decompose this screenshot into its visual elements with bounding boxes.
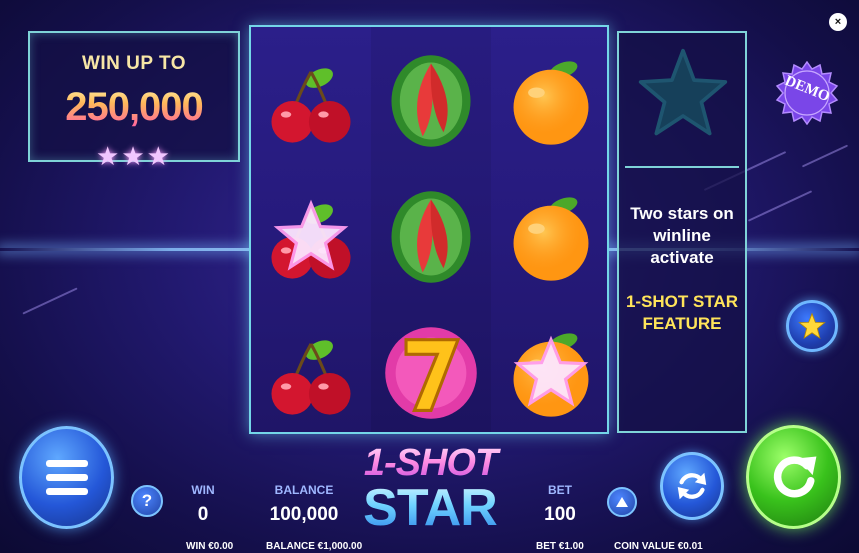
- feature-name-line-1: 1-SHOT STAR: [625, 292, 739, 311]
- seven-icon: [385, 327, 477, 419]
- reel-1-row-3-symbol: [251, 305, 371, 441]
- watermelon-icon: [391, 55, 471, 147]
- bet-value: 100: [544, 504, 576, 525]
- feature-info-panel: Two stars on winline activate 1-SHOT STA…: [617, 31, 747, 433]
- win-label: WIN: [191, 483, 215, 497]
- footer-balance: BALANCE €1,000.00: [266, 541, 363, 552]
- hamburger-icon-bar: [45, 460, 88, 467]
- hamburger-icon-bar: [45, 474, 88, 481]
- feature-name-line-2: FEATURE: [642, 314, 722, 333]
- triangle-up-icon: [616, 497, 628, 507]
- help-button[interactable]: ?: [131, 485, 163, 517]
- footer-coin-value: COIN VALUE €0.01: [614, 541, 703, 552]
- light-streak: [747, 190, 813, 222]
- spin-button[interactable]: [746, 425, 841, 529]
- feature-star-button[interactable]: [786, 300, 838, 352]
- star-icon: [798, 312, 826, 340]
- balance-label: BALANCE: [274, 483, 334, 497]
- max-win-panel: WIN UP TO 250,000 ★★★: [28, 31, 240, 171]
- light-streak: [22, 287, 78, 315]
- panel-divider: [625, 166, 739, 168]
- feature-line-2: winline: [653, 226, 711, 245]
- reel-3-row-2-symbol: [491, 169, 611, 305]
- reel-1: [251, 27, 371, 432]
- hamburger-icon-bar: [45, 488, 88, 495]
- reel-2-row-1-symbol: [371, 33, 491, 169]
- bet-label: BET: [548, 483, 572, 497]
- feature-line-3: activate: [650, 248, 714, 267]
- feature-description: Two stars on winline activate: [619, 203, 745, 269]
- reel-1-row-1-symbol: [251, 33, 371, 169]
- reel-grid: [249, 25, 609, 434]
- autoplay-button[interactable]: [660, 452, 724, 520]
- close-button[interactable]: ×: [829, 13, 847, 31]
- footer-bet: BET €1.00: [536, 541, 584, 552]
- orange-icon: [513, 197, 589, 281]
- balance-stat: BALANCE 100,000: [268, 483, 340, 526]
- cherry-icon: [271, 199, 351, 279]
- light-streak: [801, 144, 849, 168]
- orange-icon: [513, 61, 589, 145]
- win-stat: WIN 0: [183, 483, 223, 526]
- feature-line-1: Two stars on: [630, 204, 734, 223]
- balance-value: 100,000: [269, 504, 339, 525]
- bet-increase-button[interactable]: [607, 487, 637, 517]
- max-win-title: WIN UP TO: [81, 53, 187, 74]
- reel-3: [491, 27, 611, 432]
- reel-3-row-3-symbol: [491, 305, 611, 441]
- game-logo-line-2: STAR: [356, 478, 504, 538]
- footer-win: WIN €0.00: [186, 541, 234, 552]
- reel-2-row-3-symbol: [371, 305, 491, 441]
- watermelon-icon: [391, 191, 471, 283]
- max-win-amount: 250,000: [30, 85, 238, 130]
- cherry-icon: [271, 340, 351, 415]
- reel-2-row-2-symbol: [371, 169, 491, 305]
- star-icon: [638, 48, 728, 136]
- max-win-stars: ★★★: [96, 141, 172, 171]
- reel-3-row-1-symbol: [491, 33, 611, 169]
- orange-icon: [513, 333, 589, 417]
- cherry-icon: [271, 68, 351, 143]
- win-value: 0: [197, 504, 209, 525]
- menu-button[interactable]: [19, 426, 114, 529]
- reel-1-row-2-symbol: [251, 169, 371, 305]
- bet-stat: BET 100: [540, 483, 580, 526]
- spin-arrow-icon: [773, 456, 816, 498]
- feature-name: 1-SHOT STAR FEATURE: [619, 291, 745, 335]
- reel-2: [371, 27, 491, 432]
- refresh-icon: [677, 472, 707, 500]
